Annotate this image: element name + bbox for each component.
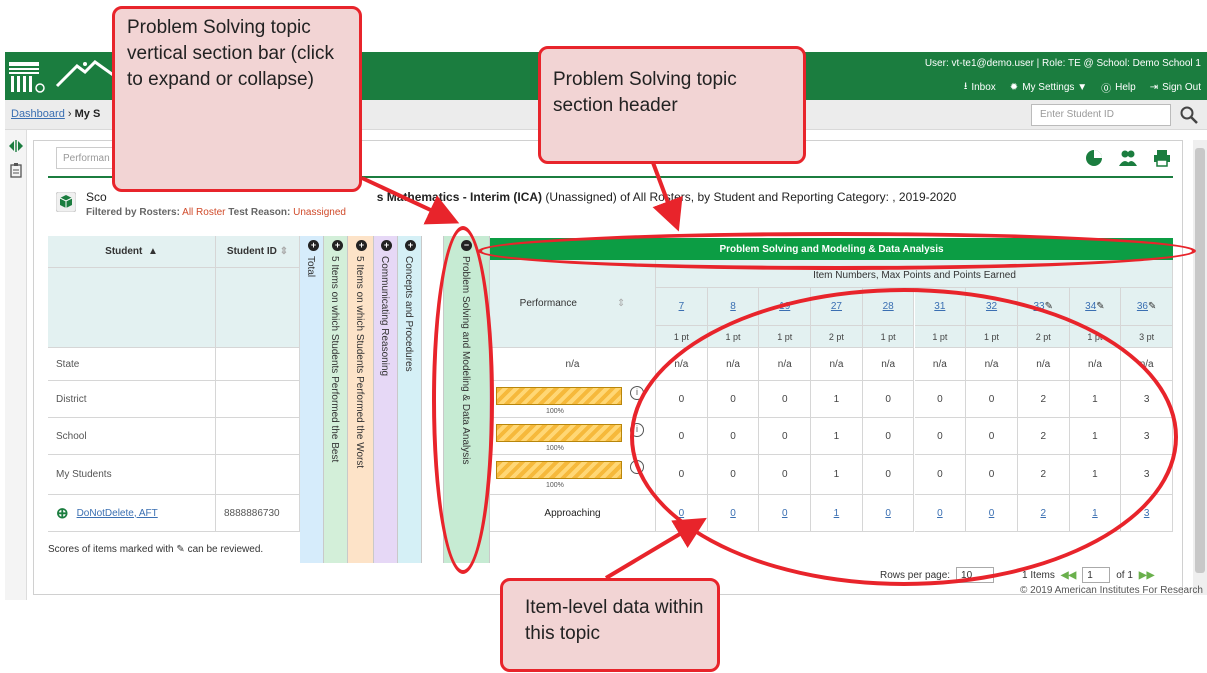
row-divider	[300, 454, 444, 455]
row-label-cell: State	[48, 348, 216, 381]
student-id-cell	[216, 455, 300, 495]
report-filters: Filtered by Rosters: All Roster Test Rea…	[86, 207, 346, 218]
callout-item-level: Item-level data within this topic	[500, 578, 720, 672]
search-icon[interactable]	[1179, 105, 1199, 125]
header-nav: ⭳ Inbox ✹ My Settings ▼ ⓪ Help ⇥ Sign Out	[964, 79, 1201, 96]
expand-worst-icon[interactable]: +	[356, 240, 367, 251]
row-label-cell: School	[48, 418, 216, 455]
next-page-icon[interactable]: ▶▶	[1139, 570, 1154, 581]
performance-bar	[496, 461, 622, 479]
student-id-cell	[216, 381, 300, 418]
pencil-icon: ✎	[1096, 301, 1105, 312]
expand-best-icon[interactable]: +	[332, 240, 343, 251]
item-number-header[interactable]: 7	[656, 288, 708, 326]
communicating-reasoning-label: Communicating Reasoning	[379, 256, 390, 377]
row-divider	[300, 417, 444, 418]
item-number-link[interactable]: 34	[1085, 301, 1096, 312]
student-id-cell	[216, 418, 300, 455]
row-divider	[300, 494, 444, 495]
item-points-header: 3 pt	[1121, 326, 1173, 348]
pencil-icon: ✎	[1148, 301, 1157, 312]
expand-concepts-icon[interactable]: +	[405, 240, 416, 251]
sort-icon[interactable]: ⇕	[617, 298, 625, 309]
student-column-header[interactable]: Student ▲	[48, 236, 216, 268]
vertical-bar-highlight	[432, 226, 494, 574]
sort-asc-icon[interactable]: ▲	[148, 246, 158, 257]
item-number-header[interactable]: 36 ✎	[1121, 288, 1173, 326]
gear-icon: ✹	[1009, 82, 1019, 93]
breadcrumb-current: My S	[74, 108, 101, 120]
my-settings-link[interactable]: ✹ My Settings ▼	[1010, 79, 1087, 96]
inbox-icon: ⭳	[963, 81, 968, 92]
cube-icon[interactable]	[56, 192, 76, 212]
callout-vertical-bar: Problem Solving topic vertical section b…	[112, 6, 362, 192]
sign-out-icon: ⇥	[1149, 82, 1159, 93]
expand-communicating-icon[interactable]: +	[381, 240, 392, 251]
best-items-label: 5 Items on which Students Performed the …	[329, 256, 340, 463]
row-label-cell[interactable]: ⊕ DoNotDelete, AFT	[48, 495, 216, 532]
inbox-link[interactable]: ⭳ Inbox	[964, 79, 996, 96]
worst-items-label: 5 Items on which Students Performed the …	[354, 256, 365, 469]
row-label-cell: My Students	[48, 455, 216, 495]
sign-out-link[interactable]: ⇥ Sign Out	[1150, 79, 1201, 96]
breadcrumb-separator: ›	[67, 108, 72, 120]
page-input[interactable]: 1	[1082, 567, 1111, 583]
student-search-icon[interactable]: ⊕	[56, 504, 69, 522]
student-id-cell: 8888886730	[216, 495, 300, 532]
performance-bar	[496, 387, 622, 405]
student-id-input[interactable]: Enter Student ID	[1031, 104, 1171, 126]
prev-page-icon[interactable]: ◀◀	[1061, 570, 1076, 581]
item-number-link[interactable]: 8	[730, 301, 736, 312]
performance-cell: n/a	[490, 348, 656, 381]
performance-cell: Approaching	[490, 495, 656, 532]
section-header-highlight	[478, 232, 1196, 270]
copyright: © 2019 American Institutes For Research	[1019, 585, 1203, 596]
breadcrumb: Dashboard › My S	[11, 108, 100, 120]
help-link[interactable]: ⓪ Help	[1101, 79, 1136, 96]
user-info: User: vt-te1@demo.user | Role: TE @ Scho…	[924, 58, 1201, 69]
item-number-link[interactable]: 7	[679, 301, 685, 312]
panel-toolbar	[1083, 147, 1173, 169]
clipboard-icon[interactable]	[8, 162, 24, 178]
expand-total-icon[interactable]: +	[308, 240, 319, 251]
pencil-icon: ✎	[176, 544, 185, 555]
left-rail	[5, 130, 27, 600]
student-id-cell	[216, 348, 300, 381]
row-divider	[300, 380, 444, 381]
header-spacer	[48, 268, 216, 348]
items-caption: Item Numbers, Max Points and Points Earn…	[813, 270, 1016, 281]
help-icon: ⓪	[1101, 84, 1112, 95]
sort-icon[interactable]: ⇕	[280, 246, 288, 257]
report-title: Sco s Mathematics - Interim (ICA) (Unassi…	[86, 190, 957, 204]
student-name-link[interactable]: DoNotDelete, AFT	[77, 508, 158, 519]
review-note: Scores of items marked with ✎ can be rev…	[48, 544, 264, 555]
header-spacer	[216, 268, 300, 348]
item-score-link[interactable]: 3	[1144, 508, 1150, 519]
total-column-label: Total	[305, 256, 316, 278]
performance-cell: 100% i	[490, 381, 656, 418]
performance-bar	[496, 424, 622, 442]
performance-column-header[interactable]: Performance ⇕	[490, 260, 656, 348]
row-label-cell: District	[48, 381, 216, 418]
expand-collapse-icon[interactable]	[8, 138, 24, 154]
concepts-procedures-label: Concepts and Procedures	[403, 256, 414, 372]
app-logo-icon[interactable]	[7, 58, 47, 96]
print-icon[interactable]	[1151, 147, 1173, 169]
item-data-highlight	[630, 288, 1178, 586]
scrollbar-thumb[interactable]	[1195, 148, 1205, 573]
item-number-link[interactable]: 36	[1137, 301, 1148, 312]
performance-cell: 100% i	[490, 455, 656, 495]
breadcrumb-dashboard-link[interactable]: Dashboard	[11, 108, 65, 120]
total-column[interactable]	[300, 236, 324, 563]
item-number-header[interactable]: 34 ✎	[1069, 288, 1122, 326]
callout-section-header: Problem Solving topic section header	[538, 46, 806, 164]
students-icon[interactable]	[1117, 147, 1139, 169]
pie-chart-icon[interactable]	[1083, 147, 1105, 169]
row-divider	[300, 531, 444, 532]
student-id-column-header[interactable]: Student ID ⇕	[216, 236, 300, 268]
